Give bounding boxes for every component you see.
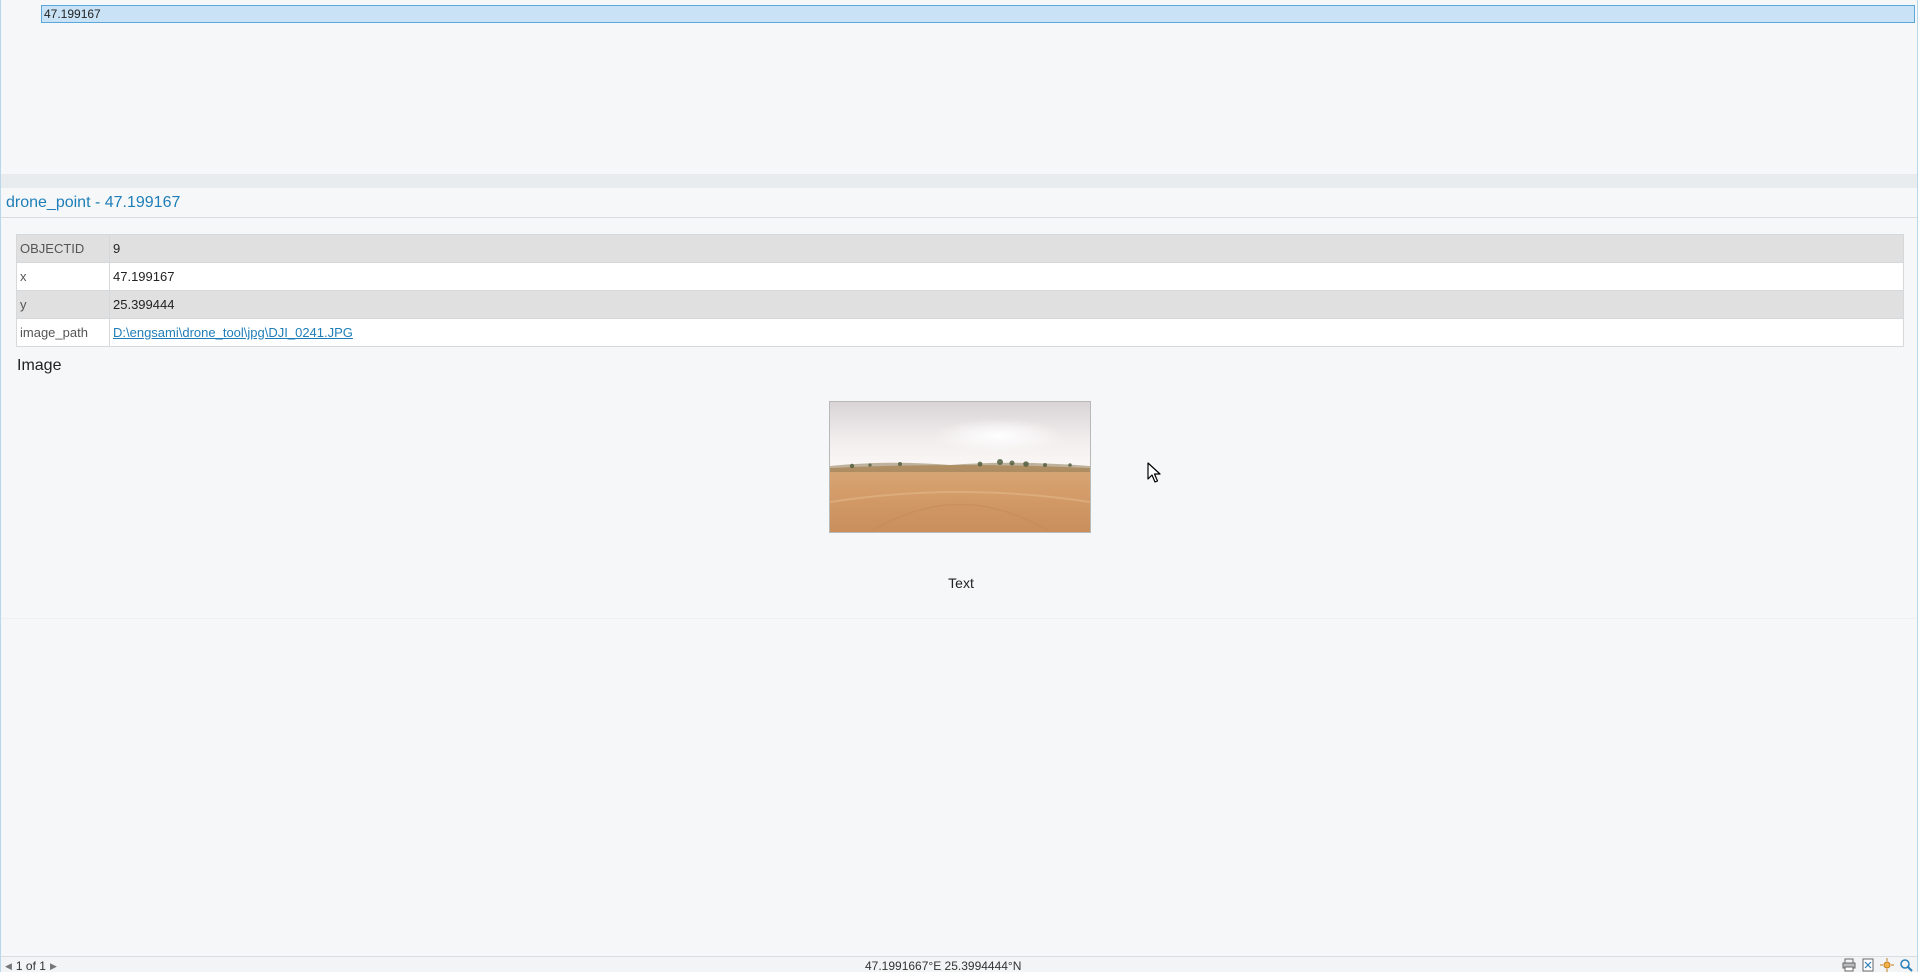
field-value: 47.199167 [109, 262, 1904, 291]
popup-title: drone_point - 47.199167 [6, 194, 181, 211]
table-row: image_path D:\engsami\drone_tool\jpg\DJI… [16, 318, 1904, 347]
field-name: y [16, 290, 110, 319]
mouse-cursor-icon [1147, 462, 1163, 489]
table-row: OBJECTID 9 [16, 234, 1904, 263]
image-section-label: Image [17, 357, 62, 374]
flash-icon[interactable] [1880, 958, 1894, 972]
field-name: x [16, 262, 110, 291]
field-name: image_path [16, 318, 110, 347]
table-row: y 25.399444 [16, 290, 1904, 319]
triangle-left-icon[interactable]: ◀ [5, 961, 12, 972]
drone-image[interactable] [829, 401, 1091, 533]
status-toolbar [1842, 958, 1913, 972]
pager: ◀ 1 of 1 ▶ [5, 959, 57, 972]
results-list: ▔▔ ▔▔▔ 47.199167 [1, 0, 1917, 174]
field-value: 9 [109, 234, 1904, 263]
field-name: OBJECTID [16, 234, 110, 263]
image-caption: Text [948, 575, 974, 591]
field-value: D:\engsami\drone_tool\jpg\DJI_0241.JPG [109, 318, 1904, 347]
truncated-row: ▔▔ ▔▔▔ [59, 0, 108, 1]
triangle-right-icon[interactable]: ▶ [50, 961, 57, 972]
export-icon[interactable] [1861, 958, 1875, 972]
panel-splitter[interactable] [1, 174, 1917, 188]
desert-panorama-image [830, 402, 1090, 532]
image-path-link[interactable]: D:\engsami\drone_tool\jpg\DJI_0241.JPG [113, 325, 353, 340]
field-value: 25.399444 [109, 290, 1904, 319]
print-icon[interactable] [1842, 958, 1856, 972]
status-bar: ◀ 1 of 1 ▶ 47.1991667°E 25.3994444°N [1, 956, 1917, 972]
table-row: x 47.199167 [16, 262, 1904, 291]
popup-window: ▔▔ ▔▔▔ 47.199167 drone_point - 47.199167… [0, 0, 1918, 972]
selected-result-row[interactable]: 47.199167 [41, 5, 1915, 23]
page-label: 1 of 1 [15, 959, 46, 972]
zoom-icon[interactable] [1899, 958, 1913, 972]
content-divider [1, 618, 1917, 619]
coordinate-readout: 47.1991667°E 25.3994444°N [865, 959, 1022, 972]
attribute-table: OBJECTID 9 x 47.199167 y 25.399444 image… [16, 234, 1904, 347]
title-divider [1, 217, 1917, 218]
